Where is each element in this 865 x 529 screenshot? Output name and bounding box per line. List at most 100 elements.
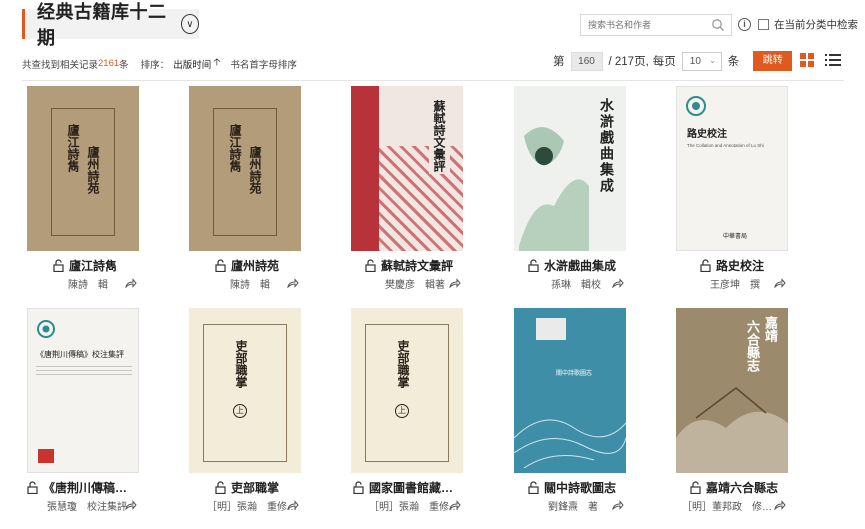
cover-title: 吏部職掌 [234,340,248,388]
book-title-text[interactable]: 關中詩歌圖志 [544,479,616,496]
share-icon[interactable] [612,278,624,288]
book-title[interactable]: 吏部職掌 [215,479,365,496]
share-icon[interactable] [612,500,624,510]
unlock-icon [700,259,711,272]
page-number-input[interactable] [570,51,603,71]
divider [22,80,844,81]
book-title[interactable]: 廬江詩雋 [53,257,203,274]
book-card[interactable]: 廬江詩雋 廬州詩苑 廬江詩雋 陳詩 輯 [27,86,139,291]
arrow-up-icon[interactable]: 🡡 [213,55,220,72]
book-title-text[interactable]: 水滸戲曲集成 [544,257,616,274]
book-author: 樊慶彦 輯著 [385,280,445,291]
per-page-suffix: 条 [727,56,740,68]
book-title[interactable]: 《唐荆川傳稿… [27,479,177,496]
cover-illustration [519,127,589,251]
book-cover[interactable]: 吏部職掌 上 [189,308,301,473]
results-count: 2161 [98,58,120,69]
sort-by-date[interactable]: 出版时间 [173,57,211,71]
book-card[interactable]: 《唐荆川傳稿》校注集評 《唐荆川傳稿… 張慧瓊 校注集評 [27,308,139,513]
unlock-icon [27,481,38,494]
jump-button[interactable]: 跳转 [753,51,793,71]
book-cover[interactable]: 蘇軾詩文彙評 [351,86,463,251]
per-page-label: 每页 [652,56,676,68]
cover-title: 蘇軾詩文彙評 [429,98,450,174]
per-page-value: 10 [689,55,701,67]
share-icon[interactable] [774,500,786,510]
book-cover[interactable]: 水滸戲曲集成 [514,86,626,251]
book-title-text[interactable]: 嘉靖六合縣志 [706,479,778,496]
share-icon[interactable] [449,278,461,288]
book-title[interactable]: 水滸戲曲集成 [528,257,678,274]
cover-title: 廬江詩雋 [228,124,242,172]
unlock-icon [690,481,701,494]
book-title-text[interactable]: 吏部職掌 [231,479,279,496]
share-icon[interactable] [125,500,137,510]
per-page-select[interactable]: 10 ⌄ [681,51,722,71]
book-title-text[interactable]: 路史校注 [716,257,764,274]
book-cover[interactable]: 嘉靖 六合縣志 [676,308,788,473]
book-card[interactable]: 吏部職掌 上 國家圖書館藏… ［明］張瀚 重修… [351,308,463,513]
book-card[interactable]: 廬江詩雋 廬州詩苑 廬州詩苑 陳詩 輯 [189,86,301,291]
book-card[interactable]: 嘉靖 六合縣志 嘉靖六合縣志 ［明］董邦政 修… [676,308,788,513]
cover-title: 六合縣志 [744,320,759,372]
cover-title: 嘉靖 [762,316,777,342]
book-card[interactable]: 蘇軾詩文彙評 蘇軾詩文彙評 樊慶彦 輯著 [351,86,463,291]
sort-by-title[interactable]: 书名首字母排序 [230,57,297,71]
results-suffix: 条 [119,59,129,71]
book-title[interactable]: 國家圖書館藏… [353,479,503,496]
cover-panel [51,108,115,236]
share-icon[interactable] [449,500,461,510]
book-title-text[interactable]: 廬州詩苑 [231,257,279,274]
search-box[interactable] [580,14,732,36]
share-icon[interactable] [287,278,299,288]
search-input[interactable] [581,20,709,30]
scope-checkbox-label[interactable]: 在当前分类中检索 [774,17,858,32]
page-prefix: 第 [553,56,565,68]
book-title[interactable]: 廬州詩苑 [215,257,365,274]
book-cover[interactable]: 吏部職掌 上 [351,308,463,473]
book-title-text[interactable]: 廬江詩雋 [69,257,117,274]
book-cover[interactable]: 關中詩歌圖志 [514,308,626,473]
publisher-mark [38,449,54,463]
list-view-icon[interactable] [825,53,841,67]
book-title[interactable]: 蘇軾詩文彙評 [365,257,515,274]
book-card[interactable]: 關中詩歌圖志 關中詩歌圖志 劉鋒燾 著 [514,308,626,513]
share-icon[interactable] [287,500,299,510]
grid-view-icon[interactable] [800,53,814,67]
chevron-down-icon[interactable]: ∨ [180,14,199,34]
book-card[interactable]: 吏部職掌 上 吏部職掌 ［明］張瀚 重修… [189,308,301,513]
cover-title: 吏部職掌 [396,340,410,388]
share-icon[interactable] [125,278,137,288]
search-icon[interactable] [711,18,725,32]
book-cover[interactable]: 廬江詩雋 廬州詩苑 [189,86,301,251]
book-author: 劉鋒燾 著 [548,502,598,513]
cover-illustration [676,387,788,473]
book-cover[interactable]: 廬江詩雋 廬州詩苑 [27,86,139,251]
book-author: 陳詩 輯 [68,280,108,291]
book-card[interactable]: 水滸戲曲集成 水滸戲曲集成 孫琳 輯校 [514,86,626,291]
book-cover[interactable]: 《唐荆川傳稿》校注集評 [27,308,139,473]
cover-publisher: 中華書局 [723,233,748,240]
scope-checkbox[interactable] [758,19,769,30]
book-title-text[interactable]: 蘇軾詩文彙評 [381,257,453,274]
volume-badge: 上 [233,404,247,418]
book-cover[interactable]: 路史校注 The Collation and Annotation of Lu … [676,86,788,251]
share-icon[interactable] [774,278,786,288]
book-title[interactable]: 路史校注 [700,257,850,274]
book-title[interactable]: 關中詩歌圖志 [528,479,678,496]
unlock-icon [353,481,364,494]
book-title[interactable]: 嘉靖六合縣志 [690,479,840,496]
book-author: 陳詩 輯 [230,280,270,291]
cover-label-box [536,318,566,340]
sort-label: 排序： [140,59,170,71]
book-author: ［明］董邦政 修… [682,502,772,513]
cover-band [351,86,379,251]
cover-title: 廬江詩雋 [66,124,80,172]
unlock-icon [53,259,64,272]
book-title-text[interactable]: 《唐荆川傳稿… [43,479,127,496]
book-title-text[interactable]: 國家圖書館藏… [369,479,453,496]
book-author: 孫琳 輯校 [551,280,601,291]
info-icon[interactable]: i [738,18,751,31]
book-card[interactable]: 路史校注 The Collation and Annotation of Lu … [676,86,788,291]
page-title-box: 经典古籍库十二期 ∨ [22,2,199,48]
